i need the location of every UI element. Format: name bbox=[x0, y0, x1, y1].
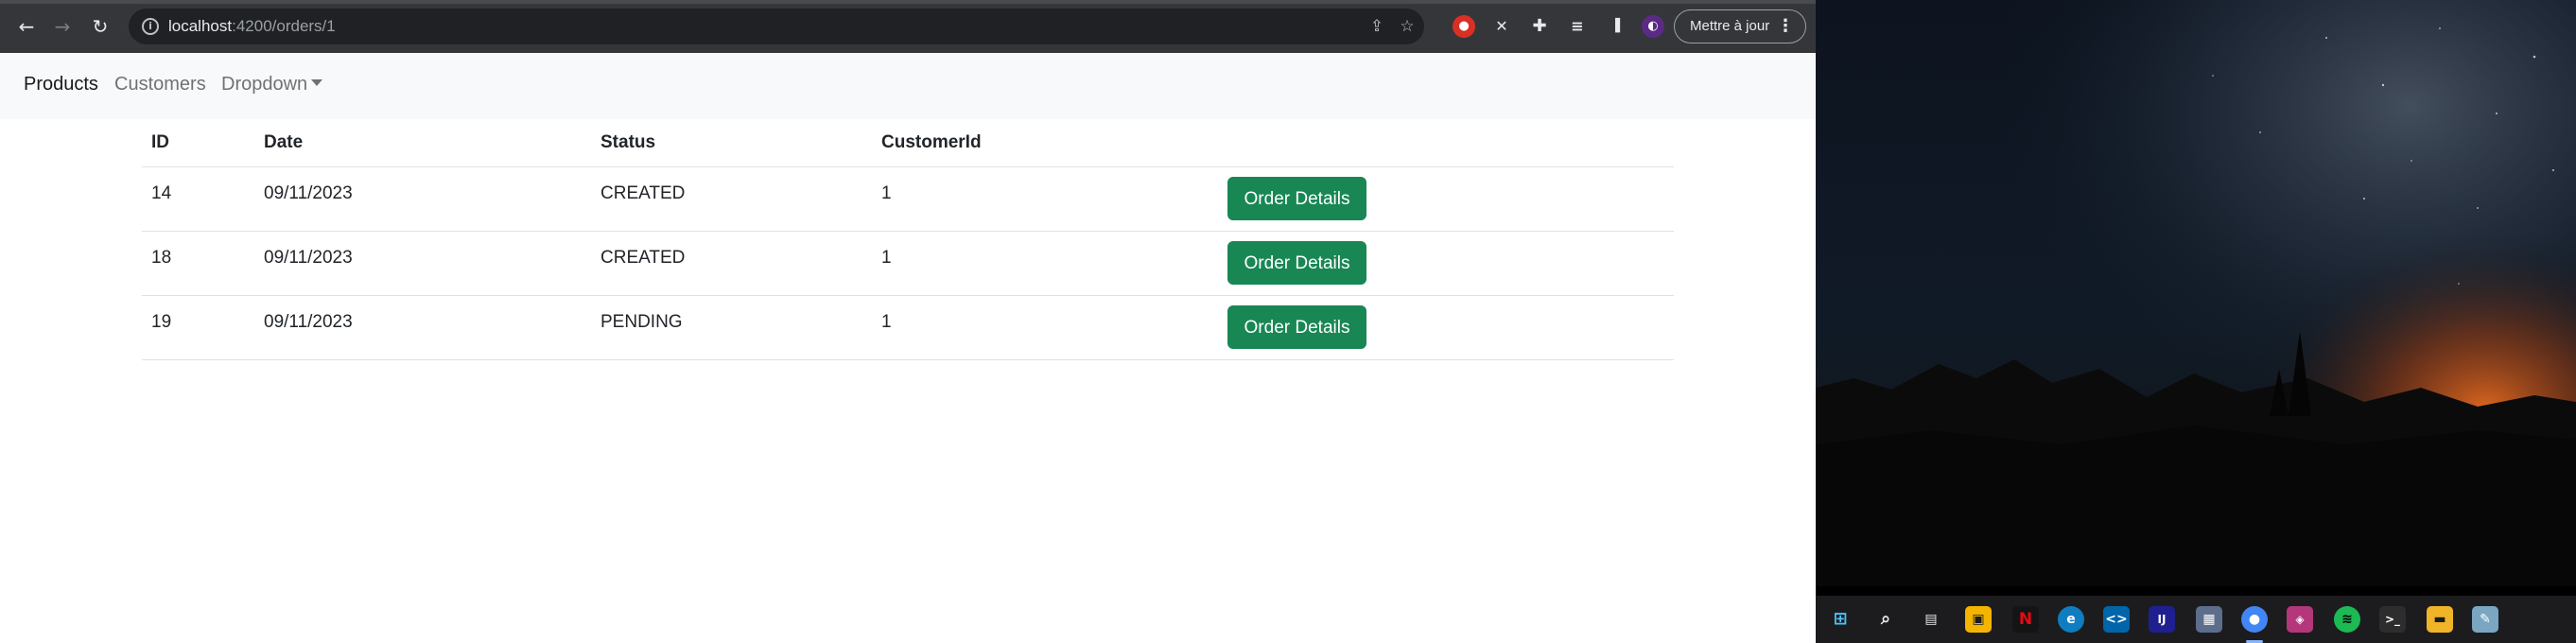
extension-x-icon[interactable]: ✕ bbox=[1490, 15, 1513, 38]
nav-link-products[interactable]: Products bbox=[24, 74, 98, 96]
vscode-icon[interactable]: <> bbox=[2103, 606, 2130, 633]
reading-list-icon[interactable]: ≡ bbox=[1566, 15, 1589, 38]
info-icon[interactable]: i bbox=[142, 18, 159, 35]
cell-action: Order Details bbox=[1218, 295, 1674, 360]
order-details-button[interactable]: Order Details bbox=[1227, 304, 1366, 349]
cell-action: Order Details bbox=[1218, 166, 1674, 232]
arrow-left-icon[interactable]: ← bbox=[11, 11, 42, 42]
store-icon[interactable]: ▣ bbox=[1965, 606, 1992, 633]
cell-status: CREATED bbox=[591, 231, 872, 296]
nav-dropdown[interactable]: Dropdown bbox=[221, 74, 323, 96]
extension-red-icon[interactable]: ● bbox=[1453, 15, 1475, 38]
order-details-button[interactable]: Order Details bbox=[1227, 176, 1366, 220]
url-path: :4200/orders/1 bbox=[232, 17, 336, 35]
search-icon[interactable]: ⌕ bbox=[1872, 606, 1899, 633]
file-explorer-icon[interactable]: ▬ bbox=[2427, 606, 2453, 633]
kebab-icon[interactable]: ⋮ bbox=[1777, 10, 1794, 42]
cell-id: 19 bbox=[142, 295, 254, 360]
table-row: 19 09/11/2023 PENDING 1 Order Details bbox=[142, 295, 1674, 360]
cell-date: 09/11/2023 bbox=[254, 166, 591, 232]
terminal-icon[interactable]: >_ bbox=[2379, 606, 2406, 633]
cell-id: 18 bbox=[142, 231, 254, 296]
header-date: Date bbox=[254, 119, 591, 167]
cell-customer-id: 1 bbox=[872, 166, 1218, 232]
url-host: localhost bbox=[168, 17, 233, 35]
nav-dropdown-label: Dropdown bbox=[221, 74, 308, 95]
reload-icon[interactable]: ↻ bbox=[85, 11, 115, 42]
cell-action: Order Details bbox=[1218, 231, 1674, 296]
header-id: ID bbox=[142, 119, 254, 167]
header-status: Status bbox=[591, 119, 872, 167]
spotify-icon[interactable]: ≋ bbox=[2334, 606, 2360, 633]
url-text: localhost:4200/orders/1 bbox=[168, 17, 336, 36]
update-button-label: Mettre à jour bbox=[1690, 18, 1770, 34]
browser-window: ← → ↻ i localhost:4200/orders/1 ⇪ ☆ ● ✕ … bbox=[0, 0, 1816, 643]
header-customer-id: CustomerId bbox=[872, 119, 1218, 167]
browser-toolbar: ← → ↻ i localhost:4200/orders/1 ⇪ ☆ ● ✕ … bbox=[0, 0, 1816, 53]
night-sky-wallpaper bbox=[1816, 0, 2576, 586]
address-bar[interactable]: i localhost:4200/orders/1 ⇪ ☆ bbox=[129, 9, 1424, 44]
caret-down-icon bbox=[311, 79, 323, 86]
cell-id: 14 bbox=[142, 166, 254, 232]
chrome-icon[interactable]: ● bbox=[2241, 606, 2268, 633]
header-actions bbox=[1218, 119, 1674, 167]
profile-avatar-icon[interactable]: ◐ bbox=[1642, 15, 1664, 38]
cell-status: CREATED bbox=[591, 166, 872, 232]
notepad-icon[interactable]: ✎ bbox=[2472, 606, 2498, 633]
side-panel-icon[interactable]: ▐ bbox=[1604, 15, 1627, 38]
cell-date: 09/11/2023 bbox=[254, 295, 591, 360]
cell-date: 09/11/2023 bbox=[254, 231, 591, 296]
app-icon[interactable]: ▦ bbox=[2196, 606, 2222, 633]
arrow-right-icon[interactable]: → bbox=[47, 11, 78, 42]
table-row: 14 09/11/2023 CREATED 1 Order Details bbox=[142, 166, 1674, 232]
task-view-icon[interactable]: ▤ bbox=[1918, 606, 1944, 633]
cell-customer-id: 1 bbox=[872, 231, 1218, 296]
edge-icon[interactable]: e bbox=[2058, 606, 2084, 633]
cell-customer-id: 1 bbox=[872, 295, 1218, 360]
navbar: Products Customers Dropdown bbox=[0, 53, 1816, 119]
share-icon[interactable]: ⇪ bbox=[1367, 17, 1386, 36]
tab-strip bbox=[0, 0, 1816, 4]
desktop-wallpaper bbox=[1816, 0, 2576, 643]
order-details-button[interactable]: Order Details bbox=[1227, 240, 1366, 285]
windows-start-icon[interactable]: ⊞ bbox=[1827, 606, 1854, 633]
cell-status: PENDING bbox=[591, 295, 872, 360]
puzzle-icon[interactable]: ✚ bbox=[1528, 15, 1551, 38]
table-header-row: ID Date Status CustomerId bbox=[142, 119, 1674, 167]
taskbar: ⊞ ⌕ ▤ ▣ N e <> IJ ▦ ● ◈ ≋ >_ ▬ ✎ bbox=[1816, 596, 2576, 643]
app-icon-2[interactable]: ◈ bbox=[2287, 606, 2313, 633]
nav-link-customers[interactable]: Customers bbox=[114, 74, 206, 96]
star-icon[interactable]: ☆ bbox=[1398, 17, 1417, 36]
intellij-icon[interactable]: IJ bbox=[2149, 606, 2175, 633]
netflix-icon[interactable]: N bbox=[2012, 606, 2039, 633]
orders-table: ID Date Status CustomerId 14 09/11/2023 … bbox=[142, 119, 1674, 360]
update-button[interactable]: Mettre à jour ⋮ bbox=[1674, 9, 1806, 43]
table-row: 18 09/11/2023 CREATED 1 Order Details bbox=[142, 231, 1674, 296]
